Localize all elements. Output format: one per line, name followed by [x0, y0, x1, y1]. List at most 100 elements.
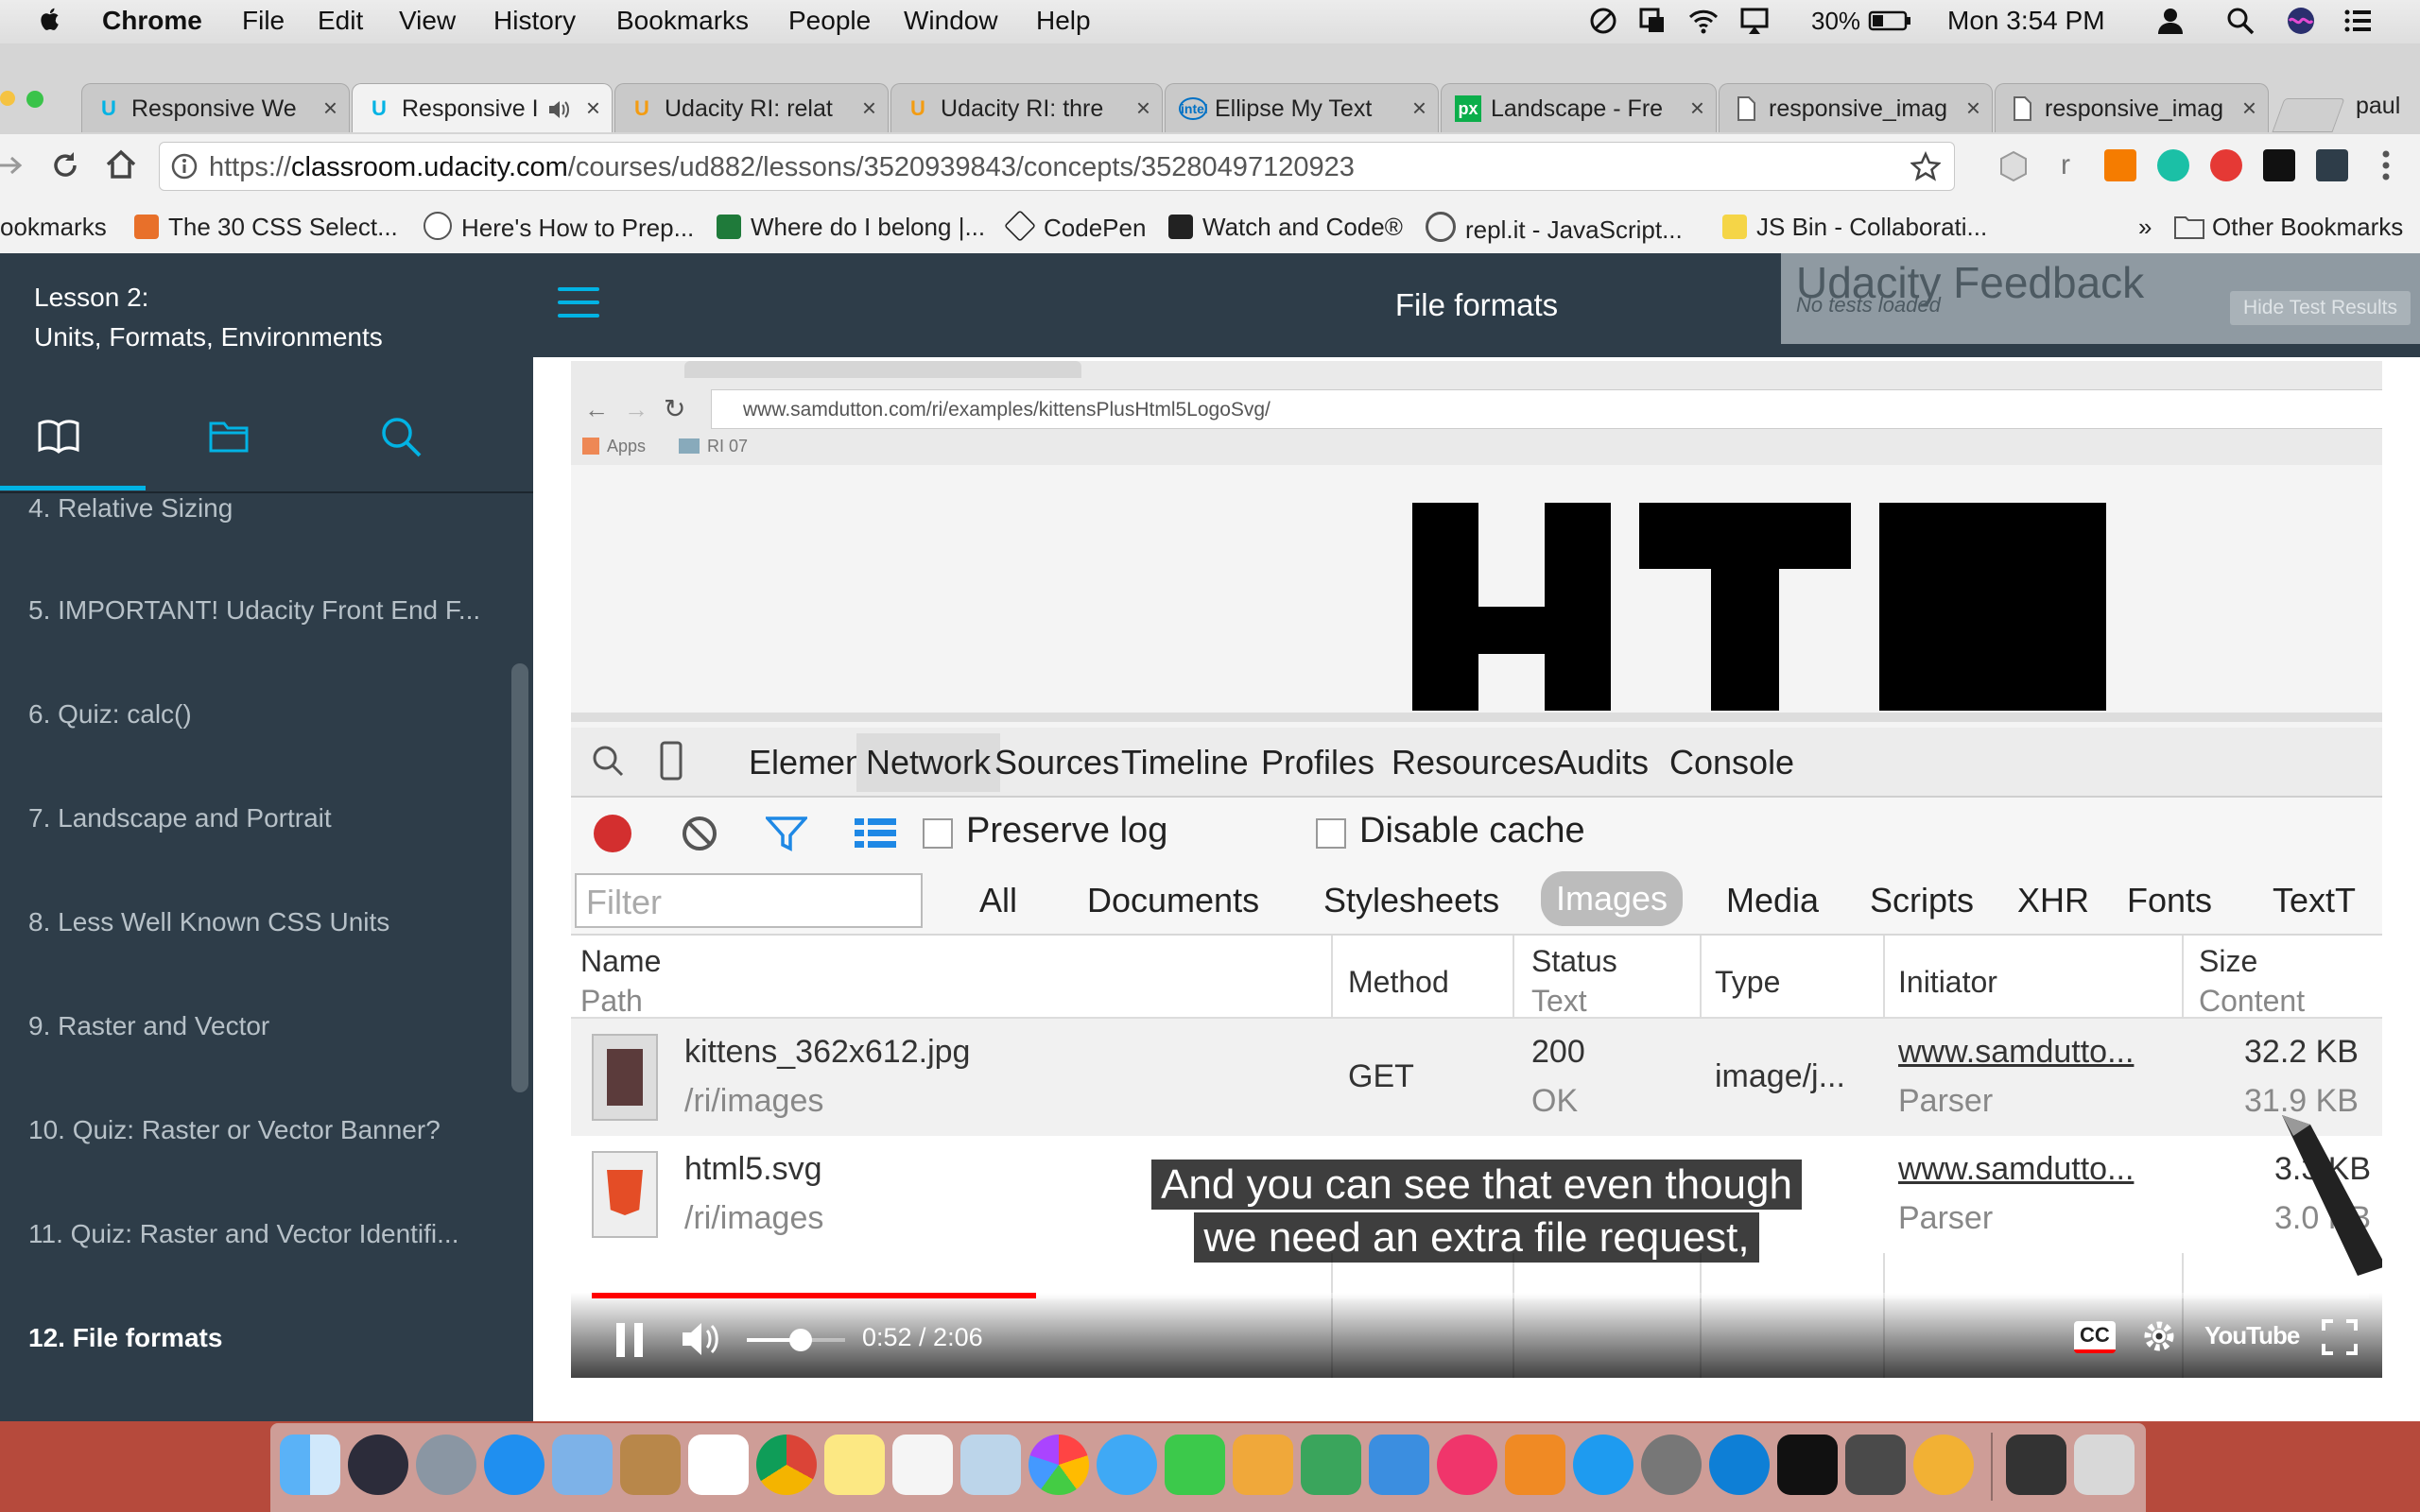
hide-test-results-button[interactable]: Hide Test Results: [2229, 291, 2411, 325]
tab-ellipse-my-text[interactable]: intel Ellipse My Text ×: [1165, 83, 1439, 132]
udacity-extension-icon[interactable]: [2316, 149, 2348, 181]
other-bookmarks[interactable]: Other Bookmarks: [2174, 212, 2403, 242]
sidebar-item-landscape-portrait[interactable]: 7. Landscape and Portrait: [28, 803, 332, 833]
tab-udacity-ri-relative[interactable]: U Udacity RI: relat ×: [614, 83, 889, 132]
sidebar-item-less-known-units[interactable]: 8. Less Well Known CSS Units: [28, 907, 389, 937]
sidebar-item-quiz-calc[interactable]: 6. Quiz: calc(): [28, 699, 192, 730]
extension-r-button[interactable]: r: [2061, 149, 2070, 181]
siri-app-icon[interactable]: [348, 1435, 408, 1495]
ibooks-icon[interactable]: [1505, 1435, 1565, 1495]
sidebar-item-raster-vector[interactable]: 9. Raster and Vector: [28, 1011, 269, 1041]
photos-icon[interactable]: [1028, 1435, 1089, 1495]
tab-close-icon[interactable]: ×: [1966, 94, 1980, 122]
bookmark-how-to-prep[interactable]: Here's How to Prep...: [424, 212, 694, 243]
extension-cube-icon[interactable]: [1996, 149, 2031, 183]
folder-icon[interactable]: [206, 414, 251, 459]
bookmark-js-bin[interactable]: JS Bin - Collaborati...: [1722, 212, 1987, 242]
notes-icon[interactable]: [824, 1435, 885, 1495]
bookmark-star-icon[interactable]: [1910, 151, 1941, 181]
bookmarks-overflow-chevron[interactable]: »: [2138, 212, 2152, 242]
volume-icon[interactable]: [681, 1319, 722, 1359]
launchpad-icon[interactable]: [416, 1435, 476, 1495]
menu-clock[interactable]: Mon 3:54 PM: [1947, 4, 2105, 38]
reminders-icon[interactable]: [892, 1435, 953, 1495]
url-text[interactable]: https://classroom.udacity.com/courses/ud…: [209, 152, 1355, 183]
tab-responsive-web[interactable]: U Responsive We ×: [81, 83, 350, 132]
sidebar-item-quiz-banner[interactable]: 10. Quiz: Raster or Vector Banner?: [28, 1115, 441, 1145]
bookmark-css-selectors[interactable]: The 30 CSS Select...: [134, 212, 398, 242]
menu-people[interactable]: People: [788, 4, 871, 38]
menu-window[interactable]: Window: [904, 4, 998, 38]
mail-icon[interactable]: [552, 1435, 613, 1495]
chrome-canary-icon[interactable]: [1913, 1435, 1974, 1495]
reload-icon[interactable]: [49, 149, 81, 181]
spotlight-search-icon[interactable]: [2225, 6, 2256, 36]
user-icon[interactable]: [2155, 6, 2186, 36]
battery-icon[interactable]: [1868, 6, 1913, 36]
numbers-icon[interactable]: [1301, 1435, 1361, 1495]
screen-share-icon[interactable]: [1637, 6, 1668, 36]
pause-icon[interactable]: [613, 1321, 647, 1359]
bookmark-watch-and-code[interactable]: Watch and Code®: [1168, 212, 1403, 242]
home-icon[interactable]: [104, 147, 138, 181]
tab-close-icon[interactable]: ×: [862, 94, 876, 122]
tab-close-icon[interactable]: ×: [2242, 94, 2256, 122]
bookmark-codepen[interactable]: CodePen: [1004, 210, 1146, 243]
profile-name[interactable]: paul: [2356, 93, 2400, 120]
tab-udacity-ri-three[interactable]: U Udacity RI: thre ×: [890, 83, 1163, 132]
menu-edit[interactable]: Edit: [318, 4, 363, 38]
teamviewer-icon[interactable]: [1709, 1435, 1770, 1495]
youtube-logo[interactable]: YouTube: [2204, 1321, 2300, 1350]
trash-icon[interactable]: [2074, 1435, 2135, 1495]
chrome-menu-icon[interactable]: [2375, 147, 2397, 183]
bookmark-repl-it[interactable]: repl.it - JavaScript...: [1426, 212, 1683, 245]
tomato-timer-icon[interactable]: [2210, 149, 2242, 181]
siri-icon[interactable]: [2286, 6, 2316, 36]
address-bar[interactable]: https://classroom.udacity.com/courses/ud…: [159, 142, 1955, 191]
volume-slider-knob[interactable]: [789, 1329, 813, 1351]
search-icon[interactable]: [378, 414, 424, 459]
tab-close-icon[interactable]: ×: [586, 94, 600, 122]
finder-icon[interactable]: [280, 1435, 340, 1495]
forward-arrow-icon[interactable]: [0, 151, 25, 180]
itunes-icon[interactable]: [1437, 1435, 1497, 1495]
momentum-extension-icon[interactable]: [2157, 149, 2189, 181]
tab-responsive-images-file-1[interactable]: responsive_imag ×: [1719, 83, 1993, 132]
sidebar-scrollbar[interactable]: [511, 663, 528, 1092]
volume-slider[interactable]: [747, 1329, 845, 1351]
site-info-icon[interactable]: [171, 153, 198, 180]
apple-icon[interactable]: [36, 4, 66, 34]
hubspot-extension-icon[interactable]: [2104, 149, 2136, 181]
tab-close-icon[interactable]: ×: [1690, 94, 1704, 122]
bookmarks-label[interactable]: ookmarks: [0, 212, 107, 242]
tab-close-icon[interactable]: ×: [1412, 94, 1426, 122]
app-store-icon[interactable]: [1573, 1435, 1634, 1495]
sidebar-item-relative-sizing[interactable]: 4. Relative Sizing: [28, 493, 233, 524]
sidebar-item-important-udacity[interactable]: 5. IMPORTANT! Udacity Front End F...: [28, 595, 480, 626]
sublime-text-icon[interactable]: [1845, 1435, 1906, 1495]
tab-landscape[interactable]: px Landscape - Fre ×: [1441, 83, 1717, 132]
airplay-icon[interactable]: [1739, 6, 1770, 36]
bookmark-where-do-i-belong[interactable]: Where do I belong |...: [717, 212, 985, 242]
menu-app-name[interactable]: Chrome: [102, 4, 202, 38]
downloads-stack-icon[interactable]: [2006, 1435, 2066, 1495]
window-minimize-button[interactable]: [0, 91, 15, 106]
terminal-icon[interactable]: [1777, 1435, 1838, 1495]
maps-icon[interactable]: [960, 1435, 1021, 1495]
contacts-icon[interactable]: [620, 1435, 681, 1495]
notification-center-icon[interactable]: [2342, 6, 2373, 36]
fullscreen-icon[interactable]: [2322, 1319, 2358, 1355]
amazon-extension-icon[interactable]: [2263, 149, 2295, 181]
window-zoom-button[interactable]: [26, 91, 43, 108]
calendar-icon[interactable]: [688, 1435, 749, 1495]
menu-view[interactable]: View: [399, 4, 456, 38]
do-not-disturb-icon[interactable]: [1588, 6, 1618, 36]
menu-help[interactable]: Help: [1036, 4, 1091, 38]
facetime-icon[interactable]: [1165, 1435, 1225, 1495]
wifi-icon[interactable]: [1688, 6, 1719, 36]
menu-history[interactable]: History: [493, 4, 576, 38]
tab-responsive-images-active[interactable]: U Responsive I ×: [352, 83, 613, 132]
sidebar-item-quiz-identify[interactable]: 11. Quiz: Raster and Vector Identifi...: [28, 1219, 459, 1249]
keynote-icon[interactable]: [1369, 1435, 1429, 1495]
tab-close-icon[interactable]: ×: [1136, 94, 1150, 122]
